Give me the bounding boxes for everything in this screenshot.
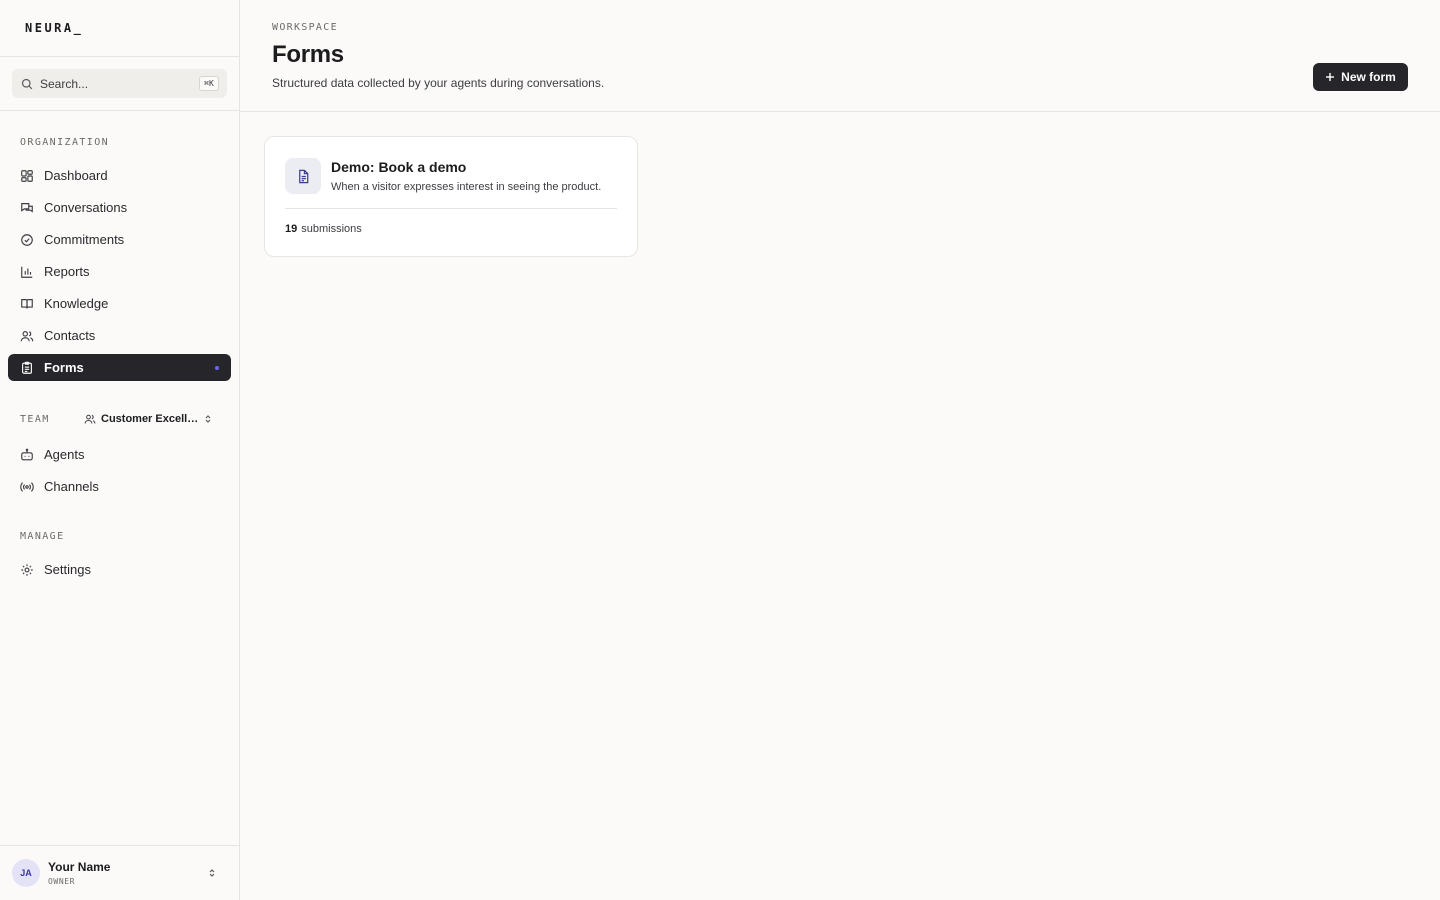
sidebar-item-dashboard[interactable]: Dashboard: [8, 162, 231, 189]
sidebar-item-label: Channels: [44, 479, 99, 494]
search-input[interactable]: [40, 76, 190, 91]
users-icon: [20, 330, 34, 341]
book-icon: [21, 298, 33, 308]
section-label-team: TEAM: [20, 414, 50, 425]
page-subtitle: Structured data collected by your agents…: [272, 76, 605, 90]
search-box[interactable]: ⌘K: [12, 69, 227, 98]
plus-icon: [1326, 73, 1335, 81]
breadcrumb: WORKSPACE: [272, 22, 338, 33]
bar-chart-icon: [21, 266, 33, 278]
team-name: Customer Excellence: [101, 413, 199, 425]
user-name: Your Name: [48, 860, 111, 874]
document-icon: [298, 169, 308, 183]
logo-row: NEURA_: [0, 0, 239, 57]
sidebar-item-label: Conversations: [44, 200, 128, 215]
brand-logo[interactable]: NEURA_: [25, 21, 83, 35]
section-label-organization: ORGANIZATION: [20, 137, 110, 148]
sidebar-item-contacts[interactable]: Contacts: [8, 322, 231, 349]
submissions-label: submissions: [301, 223, 362, 235]
check-circle-icon: [21, 233, 33, 246]
gear-icon: [21, 563, 33, 576]
submissions-count: 19: [285, 223, 298, 235]
sidebar-item-label: Dashboard: [44, 168, 108, 183]
form-card-icon: [285, 158, 321, 194]
search-section: ⌘K: [0, 57, 239, 111]
chevron-up-down-icon: [205, 415, 211, 423]
grid-icon: [21, 169, 33, 182]
sidebar: NEURA_ ⌘K ORGANIZATION Dashboard Convers…: [0, 0, 240, 900]
sidebar-item-label: Reports: [44, 264, 90, 279]
form-card-title: Demo: Book a demo: [331, 159, 467, 175]
page-title: Forms: [272, 41, 344, 68]
sidebar-item-label: Settings: [44, 562, 91, 577]
sidebar-item-channels[interactable]: Channels: [8, 473, 231, 500]
user-meta: Your Name OWNER: [48, 860, 110, 886]
user-menu[interactable]: JA Your Name OWNER: [0, 845, 239, 900]
team-icon: [84, 414, 96, 424]
search-shortcut-badge: ⌘K: [199, 76, 219, 91]
clipboard-icon: [22, 361, 32, 374]
section-label-manage: MANAGE: [20, 531, 65, 542]
sidebar-item-label: Commitments: [44, 232, 125, 247]
chat-icon: [21, 202, 33, 213]
sidebar-item-forms[interactable]: Forms: [8, 354, 231, 381]
page-header: WORKSPACE Forms Structured data collecte…: [240, 0, 1440, 112]
sidebar-item-label: Forms: [44, 360, 84, 375]
team-switcher[interactable]: Customer Excellence: [84, 410, 213, 428]
sidebar-item-label: Knowledge: [44, 296, 109, 311]
bot-icon: [21, 448, 33, 460]
sidebar-item-reports[interactable]: Reports: [8, 258, 231, 285]
form-card-submissions: 19 submissions: [285, 223, 362, 235]
sidebar-item-settings[interactable]: Settings: [8, 556, 231, 583]
sidebar-item-label: Contacts: [44, 328, 96, 343]
user-role: OWNER: [48, 877, 76, 886]
main-content: WORKSPACE Forms Structured data collecte…: [240, 0, 1440, 900]
radio-icon: [20, 481, 34, 492]
sidebar-item-knowledge[interactable]: Knowledge: [8, 290, 231, 317]
form-card[interactable]: Demo: Book a demo When a visitor express…: [264, 136, 638, 257]
divider: [285, 208, 617, 209]
search-icon: [21, 78, 33, 89]
avatar: JA: [12, 859, 40, 887]
sidebar-item-conversations[interactable]: Conversations: [8, 194, 231, 221]
chevron-up-down-icon: [209, 869, 215, 877]
sidebar-item-commitments[interactable]: Commitments: [8, 226, 231, 253]
new-form-button-label: New form: [1341, 70, 1396, 84]
active-indicator-dot: [215, 366, 219, 370]
sidebar-item-label: Agents: [44, 447, 85, 462]
new-form-button[interactable]: New form: [1313, 63, 1408, 91]
sidebar-item-agents[interactable]: Agents: [8, 441, 231, 468]
form-card-description: When a visitor expresses interest in see…: [331, 181, 602, 193]
